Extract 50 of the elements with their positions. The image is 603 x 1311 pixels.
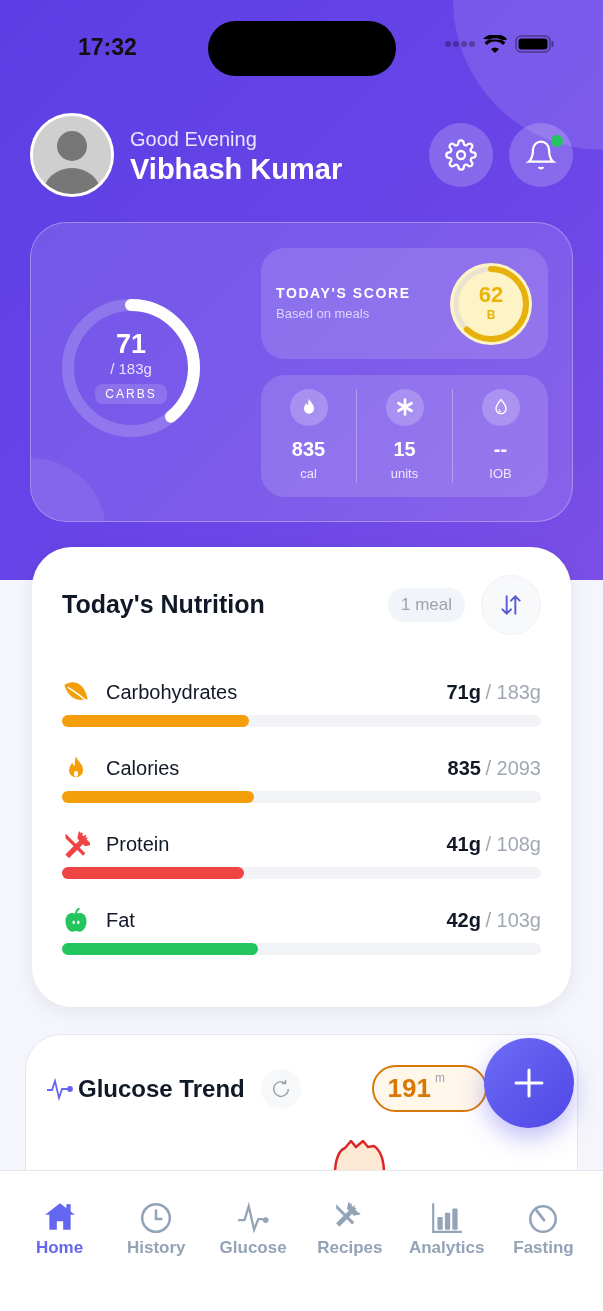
nutrient-name: Carbohydrates	[106, 680, 238, 705]
nutrient-amount: 835	[447, 757, 481, 779]
carbs-value: 71	[115, 331, 146, 359]
bell-icon	[525, 139, 557, 171]
stat-unit: cal	[300, 464, 317, 483]
nutrient-amount: 41g	[446, 833, 481, 855]
battery-icon	[515, 34, 555, 54]
greeting-text: Good Evening	[130, 127, 258, 153]
glucose-title: Glucose Trend	[78, 1073, 245, 1104]
meal-count-badge: 1 meal	[387, 588, 465, 622]
nutrient-amount: 71g	[446, 681, 481, 703]
score-value: 62	[478, 283, 504, 306]
bar-chart-icon	[429, 1201, 464, 1235]
utensils-icon	[62, 830, 90, 858]
nutrient-amount: 42g	[446, 909, 481, 931]
wifi-icon	[483, 35, 507, 53]
status-time: 17:32	[78, 33, 137, 62]
score-grade: B	[486, 306, 496, 324]
settings-icon	[445, 139, 477, 171]
signal-icon	[445, 40, 475, 48]
asterisk-icon	[394, 397, 415, 418]
carbs-target: / 183g	[110, 359, 152, 380]
nutrient-target: / 183g	[485, 681, 541, 703]
pulse-icon	[46, 1076, 74, 1101]
user-name: Vibhash Kumar	[130, 154, 344, 186]
score-title: TODAY'S SCORE	[276, 284, 411, 304]
stat-value: 835	[291, 436, 326, 462]
nutrient-target: / 2093	[485, 757, 541, 779]
stat-unit: units	[390, 464, 419, 483]
nutrient-target: / 108g	[485, 833, 541, 855]
stat-value: --	[493, 436, 508, 462]
stat-value: 15	[393, 436, 416, 462]
sort-icon	[498, 592, 524, 618]
tab[interactable]: Fasting	[496, 1201, 591, 1261]
nutrient-name: Calories	[106, 756, 180, 781]
tab[interactable]: History	[108, 1201, 204, 1261]
plus-icon	[513, 1067, 545, 1099]
clock-icon	[139, 1201, 174, 1235]
carbs-label: CARBS	[95, 383, 167, 404]
tab[interactable]: Home	[12, 1201, 107, 1261]
stat-unit: IOB	[489, 464, 512, 483]
pulse-icon	[236, 1201, 271, 1235]
score-subtitle: Based on meals	[276, 305, 371, 324]
tab[interactable]: Recipes	[302, 1201, 398, 1261]
tab[interactable]: Analytics	[399, 1201, 495, 1261]
tab[interactable]: Glucose	[205, 1201, 301, 1261]
nutrition-title: Today's Nutrition	[62, 589, 265, 621]
nutrient-target: / 103g	[485, 909, 541, 931]
nutrient-name: Protein	[106, 832, 170, 857]
nutrient-name: Fat	[106, 908, 135, 933]
